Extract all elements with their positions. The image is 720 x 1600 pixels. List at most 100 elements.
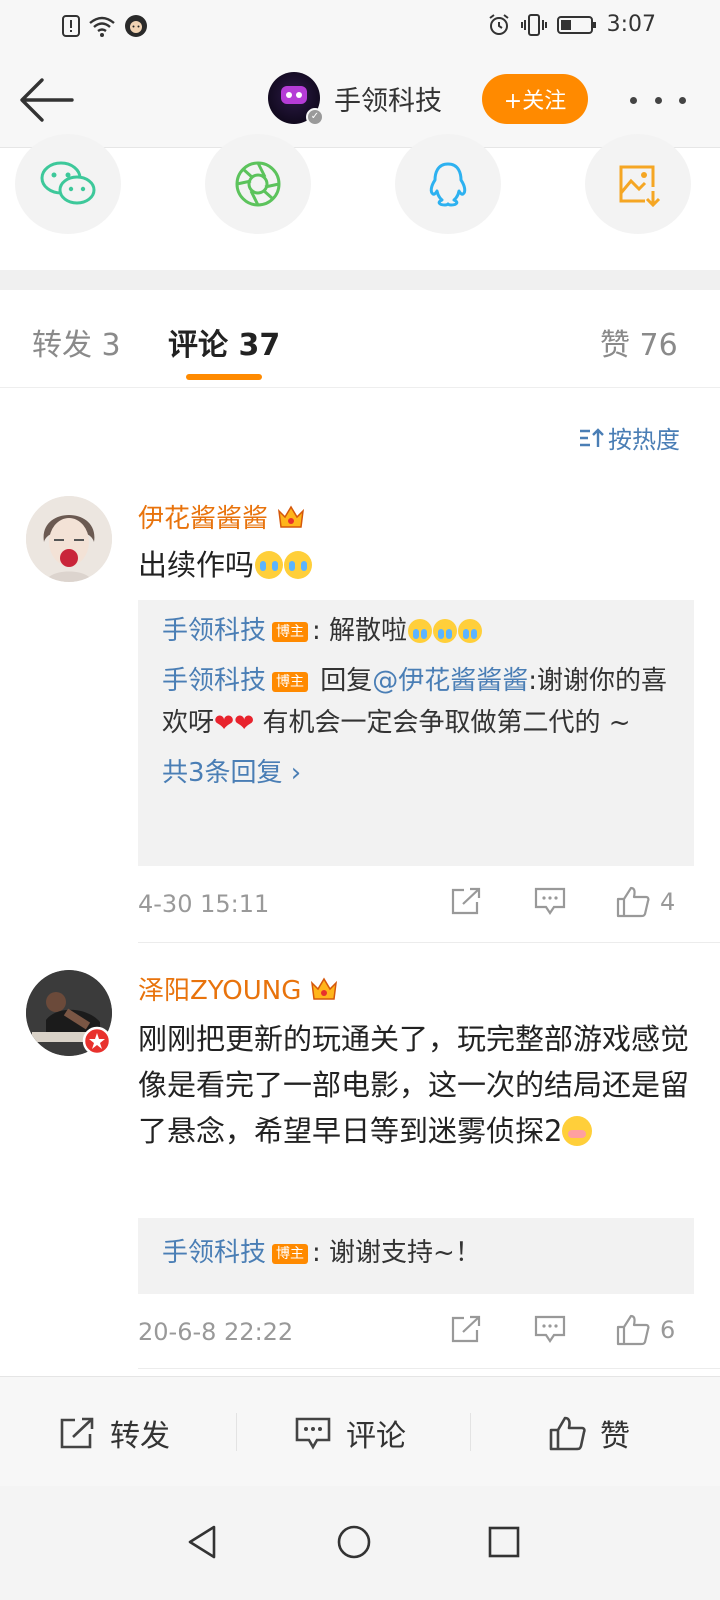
- comment-label: 评论: [346, 1419, 406, 1454]
- wechat-icon: [40, 161, 96, 205]
- comment-text: 出续作吗: [138, 542, 698, 588]
- repost-button[interactable]: 转发: [58, 1411, 170, 1455]
- reply-username[interactable]: 手领科技: [162, 616, 266, 646]
- avatar[interactable]: [26, 970, 112, 1056]
- like-comment-button[interactable]: 4: [616, 886, 675, 918]
- back-arrow-icon[interactable]: [18, 74, 76, 126]
- reply-item: 手领科技 博主: 谢谢支持~！: [162, 1232, 670, 1274]
- status-left-icons: [62, 14, 148, 38]
- reply-comment-button[interactable]: [534, 886, 566, 916]
- crying-emoji-icon: [255, 551, 284, 579]
- reply-text: 有机会一定会争取做第二代的 ~: [254, 708, 631, 738]
- share-qq-button[interactable]: [395, 134, 501, 234]
- blogger-badge: 博主: [272, 1244, 309, 1264]
- share-icon: [60, 1417, 94, 1449]
- repost-comment-button[interactable]: [450, 1314, 482, 1344]
- crown-badge-icon: [311, 977, 338, 1000]
- comment-button[interactable]: 评论: [294, 1411, 406, 1455]
- verified-badge-icon: ✓: [306, 108, 324, 126]
- alert-icon: [62, 15, 80, 37]
- share-wechat-button[interactable]: [15, 134, 121, 234]
- reply-username[interactable]: 手领科技: [162, 1238, 266, 1268]
- like-button[interactable]: 赞: [548, 1411, 630, 1455]
- tab-bar: 转发 3 评论 37 赞 76: [0, 290, 720, 388]
- save-image-button[interactable]: [585, 134, 691, 234]
- bottom-action-bar: 转发 评论 赞: [0, 1376, 720, 1486]
- tab-reposts[interactable]: 转发 3: [32, 320, 121, 364]
- reply-text: : 谢谢支持~！: [312, 1238, 481, 1268]
- more-options-icon[interactable]: [630, 82, 686, 118]
- comment-icon: [534, 1315, 566, 1343]
- reply-prefix: 回复: [312, 666, 373, 696]
- tab-comments[interactable]: 评论 37: [168, 320, 280, 364]
- nav-back-icon[interactable]: [186, 1524, 218, 1560]
- heart-emoji-icon: ❤❤: [214, 709, 255, 737]
- comment-meta-row: 20-6-8 22:22 6: [138, 1314, 694, 1354]
- blogger-badge: 博主: [272, 622, 309, 642]
- active-tab-indicator: [186, 374, 262, 380]
- reply-mention[interactable]: @伊花酱酱酱: [372, 666, 528, 696]
- user-avatar-image: [26, 496, 112, 582]
- shy-emoji-icon: [562, 1116, 593, 1146]
- avatar[interactable]: [26, 496, 112, 582]
- divider: [138, 1368, 720, 1369]
- vibrate-icon: [520, 13, 547, 36]
- comment-username[interactable]: 伊花酱酱酱: [138, 498, 268, 535]
- separator: [470, 1413, 471, 1451]
- crying-emoji-icon: [458, 619, 483, 643]
- comment-text: 刚刚把更新的玩通关了，玩完整部游戏感觉像是看完了一部电影，这一次的结局还是留了悬…: [138, 1022, 690, 1148]
- comment-username[interactable]: 泽阳ZYOUNG: [138, 970, 301, 1007]
- comment-user-line: 伊花酱酱酱: [138, 498, 306, 535]
- system-nav-bar: [0, 1486, 720, 1600]
- alarm-icon: [488, 13, 509, 35]
- battery-icon: [556, 15, 596, 34]
- share-icon: [451, 887, 481, 915]
- separator: [236, 1413, 237, 1451]
- blogger-badge: 博主: [272, 672, 309, 692]
- nav-recents-icon[interactable]: [488, 1526, 520, 1558]
- more-replies-link[interactable]: 共3条回复 ›: [162, 752, 670, 794]
- comment-icon: [534, 887, 566, 915]
- repost-label: 转发: [110, 1419, 170, 1454]
- comment-time: 4-30 15:11: [138, 890, 270, 918]
- share-icon: [451, 1315, 481, 1343]
- account-avatar[interactable]: ✓: [268, 72, 324, 126]
- divider: [138, 942, 720, 943]
- like-label: 赞: [600, 1419, 630, 1454]
- save-image-icon: [619, 165, 661, 207]
- like-count: 6: [660, 1316, 676, 1344]
- thumbs-up-icon: [616, 1314, 650, 1346]
- sort-by-hot-button[interactable]: 按热度: [578, 420, 680, 455]
- reply-box[interactable]: 手领科技 博主: 谢谢支持~！: [138, 1218, 694, 1294]
- crying-emoji-icon: [433, 619, 458, 643]
- repost-comment-button[interactable]: [450, 886, 482, 916]
- reply-text: : 解散啦: [312, 616, 408, 646]
- follow-button[interactable]: +关注: [482, 74, 588, 124]
- nav-home-icon[interactable]: [336, 1524, 372, 1560]
- share-row: [0, 134, 720, 270]
- thumbs-up-icon: [549, 1416, 586, 1451]
- reply-username[interactable]: 手领科技: [162, 666, 266, 696]
- section-divider: [0, 270, 720, 290]
- status-bar: 3:07: [0, 0, 720, 52]
- sort-label: 按热度: [608, 426, 680, 454]
- reply-item: 手领科技 博主: 解散啦: [162, 610, 670, 652]
- tab-likes[interactable]: 赞 76: [600, 320, 678, 364]
- app-notification-icon: [125, 15, 147, 37]
- top-header: ✓ 手领科技 +关注: [0, 52, 720, 148]
- comment-user-line: 泽阳ZYOUNG: [138, 970, 339, 1007]
- comment-icon: [295, 1417, 331, 1450]
- share-moments-button[interactable]: [205, 134, 311, 234]
- thumbs-up-icon: [616, 886, 650, 918]
- reply-box[interactable]: 手领科技 博主: 解散啦 手领科技 博主 回复@伊花酱酱酱:谢谢你的喜欢呀❤❤ 有机…: [138, 600, 694, 866]
- like-count: 4: [660, 888, 676, 916]
- crying-emoji-icon: [408, 619, 433, 643]
- comment-time: 20-6-8 22:22: [138, 1318, 294, 1346]
- red-verified-badge-icon: [82, 1026, 112, 1056]
- comment-meta-row: 4-30 15:11 4: [138, 886, 694, 926]
- reply-comment-button[interactable]: [534, 1314, 566, 1344]
- account-name[interactable]: 手领科技: [334, 79, 442, 118]
- qq-icon: [429, 162, 467, 207]
- like-comment-button[interactable]: 6: [616, 1314, 675, 1346]
- account-header[interactable]: ✓ 手领科技: [268, 72, 442, 126]
